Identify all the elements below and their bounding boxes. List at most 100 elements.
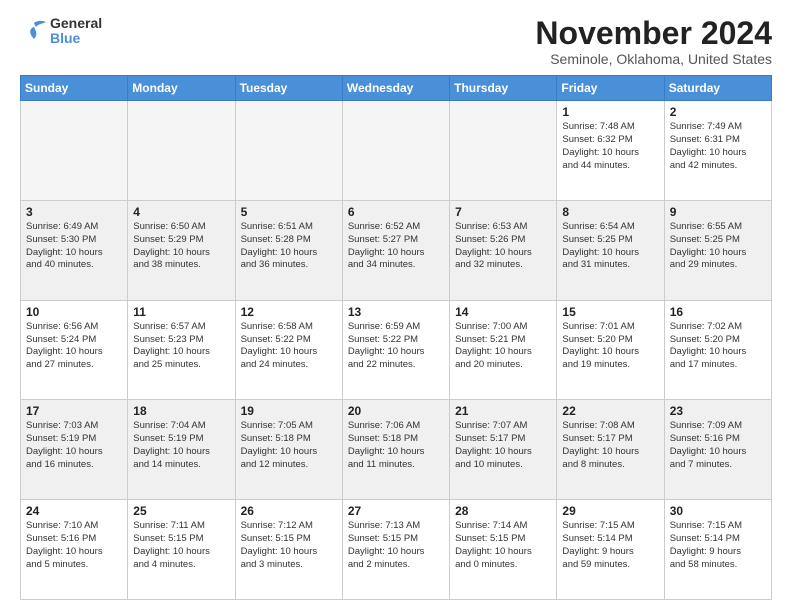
day-number: 17 (26, 404, 122, 418)
table-row (450, 101, 557, 201)
day-number: 5 (241, 205, 337, 219)
calendar-week-row: 24 Sunrise: 7:10 AM Sunset: 5:16 PM Dayli… (21, 500, 772, 600)
header: General Blue November 2024 Seminole, Okl… (20, 16, 772, 67)
day-info: Sunrise: 6:52 AM Sunset: 5:27 PM Dayligh… (348, 221, 444, 272)
table-row: 4 Sunrise: 6:50 AM Sunset: 5:29 PM Daylig… (128, 200, 235, 300)
day-number: 4 (133, 205, 229, 219)
day-info: Sunrise: 7:12 AM Sunset: 5:15 PM Dayligh… (241, 520, 337, 571)
day-number: 22 (562, 404, 658, 418)
day-number: 29 (562, 504, 658, 518)
table-row: 2 Sunrise: 7:49 AM Sunset: 6:31 PM Daylig… (664, 101, 771, 201)
header-wednesday: Wednesday (342, 76, 449, 101)
day-info: Sunrise: 6:50 AM Sunset: 5:29 PM Dayligh… (133, 221, 229, 272)
logo-line2: Blue (50, 30, 80, 46)
table-row (235, 101, 342, 201)
table-row: 13 Sunrise: 6:59 AM Sunset: 5:22 PM Dayli… (342, 300, 449, 400)
logo: General Blue (20, 16, 102, 47)
day-info: Sunrise: 6:57 AM Sunset: 5:23 PM Dayligh… (133, 321, 229, 372)
table-row: 1Sunrise: 7:48 AM Sunset: 6:32 PM Daylig… (557, 101, 664, 201)
calendar-header-row: Sunday Monday Tuesday Wednesday Thursday… (21, 76, 772, 101)
day-number: 26 (241, 504, 337, 518)
day-number: 28 (455, 504, 551, 518)
day-info: Sunrise: 7:14 AM Sunset: 5:15 PM Dayligh… (455, 520, 551, 571)
table-row: 29Sunrise: 7:15 AM Sunset: 5:14 PM Dayli… (557, 500, 664, 600)
table-row: 21 Sunrise: 7:07 AM Sunset: 5:17 PM Dayli… (450, 400, 557, 500)
calendar-table: Sunday Monday Tuesday Wednesday Thursday… (20, 75, 772, 600)
table-row: 12Sunrise: 6:58 AM Sunset: 5:22 PM Dayli… (235, 300, 342, 400)
day-number: 13 (348, 305, 444, 319)
table-row: 3 Sunrise: 6:49 AM Sunset: 5:30 PM Daylig… (21, 200, 128, 300)
logo-icon (20, 19, 48, 43)
title-block: November 2024 Seminole, Oklahoma, United… (535, 16, 772, 67)
logo-text: General Blue (50, 16, 102, 47)
table-row: 15Sunrise: 7:01 AM Sunset: 5:20 PM Dayli… (557, 300, 664, 400)
day-number: 24 (26, 504, 122, 518)
day-number: 12 (241, 305, 337, 319)
calendar-week-row: 10 Sunrise: 6:56 AM Sunset: 5:24 PM Dayli… (21, 300, 772, 400)
day-info: Sunrise: 6:54 AM Sunset: 5:25 PM Dayligh… (562, 221, 658, 272)
month-title: November 2024 (535, 16, 772, 51)
header-monday: Monday (128, 76, 235, 101)
day-number: 9 (670, 205, 766, 219)
day-info: Sunrise: 6:59 AM Sunset: 5:22 PM Dayligh… (348, 321, 444, 372)
table-row (128, 101, 235, 201)
day-number: 1 (562, 105, 658, 119)
table-row: 14 Sunrise: 7:00 AM Sunset: 5:21 PM Dayli… (450, 300, 557, 400)
calendar-week-row: 3 Sunrise: 6:49 AM Sunset: 5:30 PM Daylig… (21, 200, 772, 300)
day-info: Sunrise: 7:02 AM Sunset: 5:20 PM Dayligh… (670, 321, 766, 372)
day-info: Sunrise: 7:15 AM Sunset: 5:14 PM Dayligh… (670, 520, 766, 571)
day-number: 14 (455, 305, 551, 319)
day-info: Sunrise: 6:53 AM Sunset: 5:26 PM Dayligh… (455, 221, 551, 272)
day-info: Sunrise: 6:49 AM Sunset: 5:30 PM Dayligh… (26, 221, 122, 272)
day-number: 7 (455, 205, 551, 219)
day-info: Sunrise: 6:55 AM Sunset: 5:25 PM Dayligh… (670, 221, 766, 272)
table-row: 11 Sunrise: 6:57 AM Sunset: 5:23 PM Dayli… (128, 300, 235, 400)
day-info: Sunrise: 7:01 AM Sunset: 5:20 PM Dayligh… (562, 321, 658, 372)
page: General Blue November 2024 Seminole, Okl… (0, 0, 792, 612)
header-saturday: Saturday (664, 76, 771, 101)
day-info: Sunrise: 7:00 AM Sunset: 5:21 PM Dayligh… (455, 321, 551, 372)
day-info: Sunrise: 7:09 AM Sunset: 5:16 PM Dayligh… (670, 420, 766, 471)
day-number: 30 (670, 504, 766, 518)
table-row: 30 Sunrise: 7:15 AM Sunset: 5:14 PM Dayli… (664, 500, 771, 600)
table-row (21, 101, 128, 201)
table-row: 27Sunrise: 7:13 AM Sunset: 5:15 PM Dayli… (342, 500, 449, 600)
table-row: 20Sunrise: 7:06 AM Sunset: 5:18 PM Dayli… (342, 400, 449, 500)
table-row (342, 101, 449, 201)
day-info: Sunrise: 6:51 AM Sunset: 5:28 PM Dayligh… (241, 221, 337, 272)
table-row: 19Sunrise: 7:05 AM Sunset: 5:18 PM Dayli… (235, 400, 342, 500)
table-row: 18 Sunrise: 7:04 AM Sunset: 5:19 PM Dayli… (128, 400, 235, 500)
calendar-week-row: 1Sunrise: 7:48 AM Sunset: 6:32 PM Daylig… (21, 101, 772, 201)
day-info: Sunrise: 7:10 AM Sunset: 5:16 PM Dayligh… (26, 520, 122, 571)
table-row: 17Sunrise: 7:03 AM Sunset: 5:19 PM Dayli… (21, 400, 128, 500)
day-info: Sunrise: 7:49 AM Sunset: 6:31 PM Dayligh… (670, 121, 766, 172)
logo-line1: General (50, 16, 102, 31)
day-info: Sunrise: 7:08 AM Sunset: 5:17 PM Dayligh… (562, 420, 658, 471)
table-row: 9 Sunrise: 6:55 AM Sunset: 5:25 PM Daylig… (664, 200, 771, 300)
day-number: 21 (455, 404, 551, 418)
day-info: Sunrise: 7:06 AM Sunset: 5:18 PM Dayligh… (348, 420, 444, 471)
location: Seminole, Oklahoma, United States (535, 51, 772, 67)
day-info: Sunrise: 7:13 AM Sunset: 5:15 PM Dayligh… (348, 520, 444, 571)
day-info: Sunrise: 7:07 AM Sunset: 5:17 PM Dayligh… (455, 420, 551, 471)
day-number: 10 (26, 305, 122, 319)
day-number: 11 (133, 305, 229, 319)
day-number: 8 (562, 205, 658, 219)
day-info: Sunrise: 7:05 AM Sunset: 5:18 PM Dayligh… (241, 420, 337, 471)
table-row: 7 Sunrise: 6:53 AM Sunset: 5:26 PM Daylig… (450, 200, 557, 300)
header-sunday: Sunday (21, 76, 128, 101)
calendar-week-row: 17Sunrise: 7:03 AM Sunset: 5:19 PM Dayli… (21, 400, 772, 500)
table-row: 6Sunrise: 6:52 AM Sunset: 5:27 PM Daylig… (342, 200, 449, 300)
day-info: Sunrise: 6:56 AM Sunset: 5:24 PM Dayligh… (26, 321, 122, 372)
header-friday: Friday (557, 76, 664, 101)
day-number: 3 (26, 205, 122, 219)
day-number: 18 (133, 404, 229, 418)
table-row: 24 Sunrise: 7:10 AM Sunset: 5:16 PM Dayli… (21, 500, 128, 600)
table-row: 5 Sunrise: 6:51 AM Sunset: 5:28 PM Daylig… (235, 200, 342, 300)
day-number: 16 (670, 305, 766, 319)
day-number: 2 (670, 105, 766, 119)
table-row: 23Sunrise: 7:09 AM Sunset: 5:16 PM Dayli… (664, 400, 771, 500)
table-row: 25Sunrise: 7:11 AM Sunset: 5:15 PM Dayli… (128, 500, 235, 600)
table-row: 8 Sunrise: 6:54 AM Sunset: 5:25 PM Daylig… (557, 200, 664, 300)
day-info: Sunrise: 7:04 AM Sunset: 5:19 PM Dayligh… (133, 420, 229, 471)
